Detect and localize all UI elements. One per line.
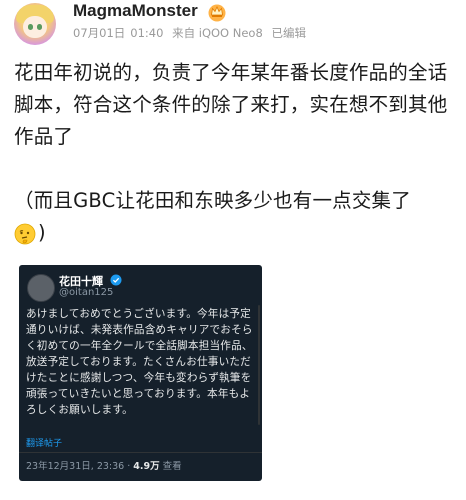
tweet-date: 23年12月31日 [26, 461, 91, 472]
post-source: 来自 iQOO Neo8 [172, 26, 263, 40]
tweet-handle[interactable]: @oitan125 [59, 287, 113, 298]
tweet-body: あけましておめでとうございます。今年は予定通りいけば、未発表作品含めキャリアでお… [26, 308, 253, 416]
verified-badge-icon [110, 274, 122, 286]
post-line: 脚本，符合这个条件的除了来打，实在想不到其他 [14, 93, 448, 116]
tweet-views-label: 查看 [162, 461, 182, 472]
tweet-scrollbar [258, 305, 260, 425]
post-line: 作品了 [14, 125, 74, 148]
post-time: 01:40 [130, 26, 164, 40]
post-body: 花田年初说的，负责了今年某年番长度作品的全话 脚本，符合这个条件的除了来打，实在… [14, 57, 454, 249]
username[interactable]: MagmaMonster [73, 1, 198, 21]
post-line: 花田年初说的，负责了今年某年番长度作品的全话 [14, 61, 448, 84]
tweet-avatar[interactable] [27, 274, 55, 302]
post-date: 07月01日 [73, 26, 126, 40]
tweet-divider [19, 452, 262, 453]
tweet-time: 23:36 [96, 461, 125, 472]
post-meta: 07月01日 01:40 来自 iQOO Neo8 已编辑 [73, 25, 311, 41]
avatar-eye-right [37, 24, 42, 30]
post-header: MagmaMonster 07月01日 01:40 来自 iQOO Neo8 已编… [0, 0, 466, 50]
translate-link[interactable]: 翻译帖子 [26, 436, 62, 449]
thinking-face-icon [14, 223, 36, 244]
embedded-tweet-image[interactable]: 花田十輝 @oitan125 あけましておめでとうございます。今年は予定通りいけ… [19, 265, 262, 481]
avatar-eye-left [28, 24, 33, 30]
post-line: （而且GBC让花田和东映多少也有一点交集了 [14, 189, 411, 212]
crown-icon [208, 4, 226, 22]
post-edited[interactable]: 已编辑 [271, 26, 306, 40]
tweet-views: 4.9万 [133, 461, 160, 472]
tweet-footer: 23年12月31日, 23:36 · 4.9万 查看 [26, 461, 182, 472]
user-avatar[interactable] [14, 3, 56, 45]
post-line-emoji: ) [14, 217, 454, 249]
avatar-face [23, 16, 47, 38]
post-line-end: ) [38, 221, 46, 244]
